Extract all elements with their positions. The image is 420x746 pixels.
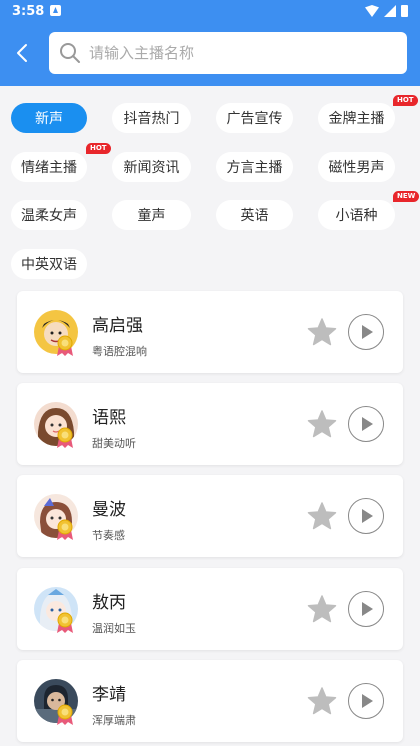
category-chip-new-voice[interactable]: 新声	[11, 103, 87, 133]
chevron-left-icon	[17, 44, 27, 62]
category-chip-gentle-female[interactable]: 温柔女声	[11, 200, 87, 230]
category-chip-label: 中英双语	[21, 257, 77, 273]
category-chip-label: 温柔女声	[21, 208, 77, 224]
star-icon[interactable]	[307, 686, 337, 716]
status-bar: 3:58	[0, 0, 420, 24]
category-chip-label: 广告宣传	[226, 111, 283, 127]
anchor-name: 曼波	[92, 500, 126, 520]
anchor-name: 语熙	[92, 408, 126, 428]
category-chip-label: 抖音热门	[123, 111, 180, 127]
anchor-card[interactable]: 敖丙 温润如玉	[17, 568, 403, 650]
new-badge: NEW	[393, 191, 420, 202]
category-chip-magnetic-male[interactable]: 磁性男声	[318, 152, 395, 182]
category-chip-label: 情绪主播	[21, 160, 77, 176]
category-chip-label: 新声	[35, 111, 63, 127]
category-chip-label: 小语种	[335, 208, 378, 224]
category-chip-emotional-anchor[interactable]: 情绪主播	[11, 152, 87, 182]
category-chip-label: 童声	[137, 208, 166, 224]
anchor-name: 高启强	[92, 316, 143, 336]
medal-icon	[57, 519, 73, 540]
search-input[interactable]	[89, 44, 389, 62]
search-box[interactable]	[49, 32, 407, 74]
medal-icon	[57, 704, 73, 725]
anchor-description: 节奏感	[92, 529, 125, 542]
category-chip-label: 新闻资讯	[123, 160, 180, 176]
medal-icon	[57, 427, 73, 448]
category-chip-label: 金牌主播	[328, 111, 385, 127]
category-chip-minor-languages[interactable]: 小语种	[318, 200, 395, 230]
star-icon[interactable]	[307, 409, 337, 439]
signal-icon	[384, 5, 396, 17]
hot-badge: HOT	[393, 95, 418, 106]
category-chip-label: 方言主播	[226, 160, 283, 176]
search-icon	[60, 43, 80, 63]
anchor-description: 甜美动听	[92, 437, 136, 450]
anchor-card[interactable]: 李靖 浑厚端肃	[17, 660, 403, 742]
category-chip-dialect[interactable]: 方言主播	[216, 152, 293, 182]
anchor-card[interactable]: 曼波 节奏感	[17, 475, 403, 557]
battery-icon	[401, 5, 408, 17]
header-bar: 3:58	[0, 0, 420, 86]
wifi-icon	[365, 5, 379, 17]
anchor-card[interactable]: 语熙 甜美动听	[17, 383, 403, 465]
star-icon[interactable]	[307, 501, 337, 531]
status-icons	[365, 5, 408, 17]
category-chip-child-voice[interactable]: 童声	[112, 200, 191, 230]
medal-icon	[57, 335, 73, 356]
category-chip-advertising[interactable]: 广告宣传	[216, 103, 293, 133]
anchor-description: 温润如玉	[92, 622, 136, 635]
medal-icon	[57, 612, 73, 633]
category-chip-label: 英语	[240, 208, 269, 224]
category-chip-bilingual[interactable]: 中英双语	[11, 249, 87, 279]
category-chip-label: 磁性男声	[328, 160, 385, 176]
anchor-description: 浑厚端肃	[92, 714, 136, 727]
play-button[interactable]	[348, 314, 384, 350]
play-button[interactable]	[348, 498, 384, 534]
anchor-description: 粤语腔混响	[92, 345, 147, 358]
category-chip-english[interactable]: 英语	[216, 200, 293, 230]
category-chip-douyin-hot[interactable]: 抖音热门	[112, 103, 191, 133]
anchor-card[interactable]: 高启强 粤语腔混响	[17, 291, 403, 373]
status-time: 3:58	[12, 4, 45, 19]
star-icon[interactable]	[307, 317, 337, 347]
category-chip-gold-anchor[interactable]: 金牌主播	[318, 103, 395, 133]
notification-icon	[50, 5, 61, 16]
play-button[interactable]	[348, 591, 384, 627]
back-button[interactable]	[10, 40, 36, 66]
anchor-name: 敖丙	[92, 593, 126, 613]
hot-badge: HOT	[86, 143, 111, 154]
play-button[interactable]	[348, 406, 384, 442]
play-button[interactable]	[348, 683, 384, 719]
anchor-name: 李靖	[92, 685, 126, 705]
category-chip-news[interactable]: 新闻资讯	[112, 152, 191, 182]
star-icon[interactable]	[307, 594, 337, 624]
